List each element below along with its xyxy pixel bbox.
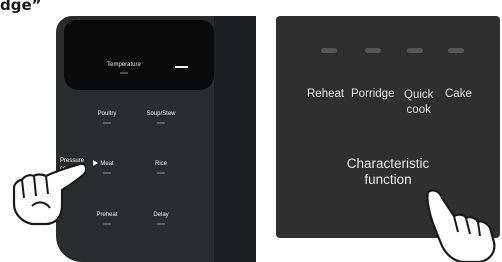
quick-cook-button[interactable]: Quick cook xyxy=(404,88,433,118)
characteristic-function-label: Characteristic function xyxy=(346,156,430,187)
display-screen: Temperature xyxy=(64,20,214,90)
quick-cook-indicator xyxy=(407,48,423,53)
heading-text: dge” xyxy=(0,0,42,14)
display-dash xyxy=(175,66,188,68)
delay-indicator xyxy=(157,223,165,225)
meat-button[interactable]: Meat xyxy=(82,161,132,167)
play-arrow-icon xyxy=(93,160,98,166)
meat-indicator xyxy=(103,172,111,174)
panel-edge xyxy=(214,16,256,262)
rice-button[interactable]: Rice xyxy=(136,161,186,167)
cooker-control-panel: Temperature Poultry Soup/Stew Meat Rice … xyxy=(56,16,256,262)
cake-button[interactable]: Cake xyxy=(445,88,472,100)
soup-stew-indicator xyxy=(157,122,165,124)
porridge-button[interactable]: Porridge xyxy=(351,88,394,100)
poultry-indicator xyxy=(103,122,111,124)
pointing-hand-icon xyxy=(426,189,496,262)
cake-indicator xyxy=(448,48,464,53)
preheat-indicator xyxy=(103,223,111,225)
pointing-hand-icon xyxy=(12,162,86,226)
reheat-button[interactable]: Reheat xyxy=(307,88,344,100)
porridge-indicator xyxy=(365,48,381,53)
rice-indicator xyxy=(157,172,165,174)
preheat-button[interactable]: Preheat xyxy=(82,212,132,218)
temperature-indicator xyxy=(120,72,128,74)
delay-button[interactable]: Delay xyxy=(136,212,186,218)
soup-stew-button[interactable]: Soup/Stew xyxy=(136,111,186,117)
temperature-label: Temperature xyxy=(107,62,141,68)
reheat-indicator xyxy=(321,48,337,53)
poultry-button[interactable]: Poultry xyxy=(82,111,132,117)
